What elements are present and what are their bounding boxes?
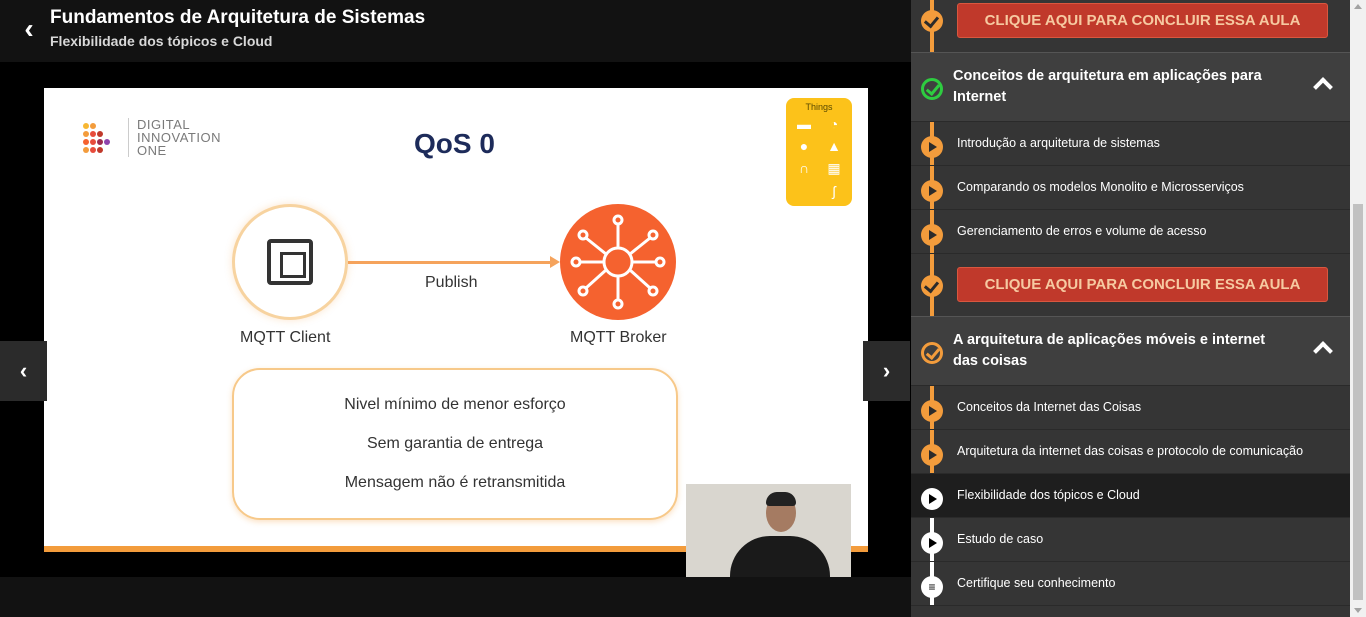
things-icons: ▬ ◔ ● ▲ ∩ ▦ ʃ: [786, 112, 852, 203]
complete-lesson-button[interactable]: CLIQUE AQUI PARA CONCLUIR ESSA AULA: [957, 267, 1328, 302]
logo-icon: [83, 123, 110, 153]
check-icon: [921, 275, 943, 297]
scroll-up-icon[interactable]: [1354, 4, 1362, 9]
lesson-subtitle: Flexibilidade dos tópicos e Cloud: [50, 33, 273, 49]
scroll-down-icon[interactable]: [1354, 608, 1362, 613]
things-label: Things: [805, 102, 833, 112]
stethoscope-icon: ʃ: [832, 183, 836, 199]
mqtt-client-label: MQTT Client: [240, 329, 331, 346]
play-icon: [921, 444, 943, 466]
sidebar-scrollbar[interactable]: [1350, 0, 1366, 617]
play-icon: [921, 224, 943, 246]
mqtt-client-node: [232, 204, 348, 320]
lesson-item[interactable]: Arquitetura da internet das coisas e pro…: [911, 430, 1350, 474]
complete-lesson-button[interactable]: CLIQUE AQUI PARA CONCLUIR ESSA AULA: [957, 3, 1328, 38]
lesson-title: Comparando os modelos Monolito e Micross…: [957, 180, 1244, 194]
section-complete-icon: [921, 78, 943, 100]
lesson-sidebar: CLIQUE AQUI PARA CONCLUIR ESSA AULA Conc…: [911, 0, 1350, 617]
player-bottom-bar: [0, 577, 911, 617]
list-icon: ≡: [921, 576, 943, 598]
player-area: ‹ Fundamentos de Arquitetura de Sistemas…: [0, 0, 911, 617]
publish-arrow: [348, 261, 554, 264]
section-title: Conceitos de arquitetura em aplicações p…: [953, 68, 1262, 105]
publish-label: Publish: [425, 274, 478, 291]
person-hair: [766, 492, 796, 506]
arrow-head: [550, 256, 560, 268]
headphones-icon: ∩: [798, 160, 810, 176]
qos-note: Nivel mínimo de menor esforço: [344, 396, 566, 413]
lesson-item[interactable]: ≡ Certifique seu conhecimento: [911, 562, 1350, 606]
lesson-title: Estudo de caso: [957, 532, 1044, 546]
bulb-icon: ●: [799, 138, 809, 154]
lesson-title: Arquitetura da internet das coisas e pro…: [957, 444, 1304, 458]
video-frame-slide: DIGITAL INNOVATION ONE QoS 0 Things ▬ ◔ …: [44, 88, 868, 552]
lesson-title: Introdução a arquitetura de sistemas: [957, 136, 1160, 150]
section-title: A arquitetura de aplicações móveis e int…: [953, 332, 1266, 369]
course-title: Fundamentos de Arquitetura de Sistemas: [50, 7, 426, 28]
next-lesson-button[interactable]: ›: [863, 341, 910, 401]
section-progress-icon: [921, 342, 943, 364]
chevron-up-icon[interactable]: [1313, 77, 1333, 97]
chip-icon: [267, 239, 313, 285]
lesson-item[interactable]: Gerenciamento de erros e volume de acess…: [911, 210, 1350, 254]
play-icon: [921, 400, 943, 422]
lesson-title: Gerenciamento de erros e volume de acess…: [957, 224, 1207, 238]
bell-icon: ◔: [829, 116, 839, 132]
scroll-thumb[interactable]: [1353, 204, 1363, 600]
chevron-up-icon[interactable]: [1313, 341, 1333, 361]
check-icon: [921, 10, 943, 32]
truck-icon: ▬: [797, 116, 811, 132]
lesson-item[interactable]: Introdução a arquitetura de sistemas: [911, 122, 1350, 166]
play-icon: [921, 532, 943, 554]
course-header: ‹ Fundamentos de Arquitetura de Sistemas…: [0, 0, 911, 62]
previous-lesson-button[interactable]: ‹: [0, 341, 47, 401]
lesson-item[interactable]: Comparando os modelos Monolito e Micross…: [911, 166, 1350, 210]
qos-notes-box: Nivel mínimo de menor esforço Sem garant…: [232, 368, 678, 520]
back-icon[interactable]: ‹: [14, 14, 44, 44]
lesson-item[interactable]: Conceitos da Internet das Coisas: [911, 386, 1350, 430]
logo-line: ONE: [137, 143, 167, 158]
person-body: [730, 536, 830, 577]
qos-note: Mensagem não é retransmitida: [344, 474, 566, 491]
video-player[interactable]: DIGITAL INNOVATION ONE QoS 0 Things ▬ ◔ …: [0, 62, 911, 577]
lesson-item[interactable]: Estudo de caso: [911, 518, 1350, 562]
instructor-webcam: [686, 484, 851, 577]
lesson-title: Certifique seu conhecimento: [957, 576, 1116, 590]
building-icon: ▦: [827, 160, 841, 176]
mqtt-broker-node: [560, 204, 676, 320]
play-icon: [921, 136, 943, 158]
things-card: Things ▬ ◔ ● ▲ ∩ ▦ ʃ: [786, 98, 852, 206]
lesson-item-current[interactable]: Flexibilidade dos tópicos e Cloud: [911, 474, 1350, 518]
lesson-title: Flexibilidade dos tópicos e Cloud: [957, 488, 1140, 502]
lesson-title: Conceitos da Internet das Coisas: [957, 400, 1142, 414]
section-header[interactable]: A arquitetura de aplicações móveis e int…: [911, 316, 1350, 386]
qos-note: Sem garantia de entrega: [366, 435, 544, 452]
broker-hub-icon: [570, 214, 666, 310]
play-icon: [921, 488, 943, 510]
play-icon: [921, 180, 943, 202]
mqtt-broker-label: MQTT Broker: [570, 329, 667, 346]
slide-title: QoS 0: [414, 128, 495, 159]
factory-icon: ▲: [827, 138, 841, 154]
section-header[interactable]: Conceitos de arquitetura em aplicações p…: [911, 52, 1350, 122]
logo-text: DIGITAL INNOVATION ONE: [128, 118, 221, 157]
